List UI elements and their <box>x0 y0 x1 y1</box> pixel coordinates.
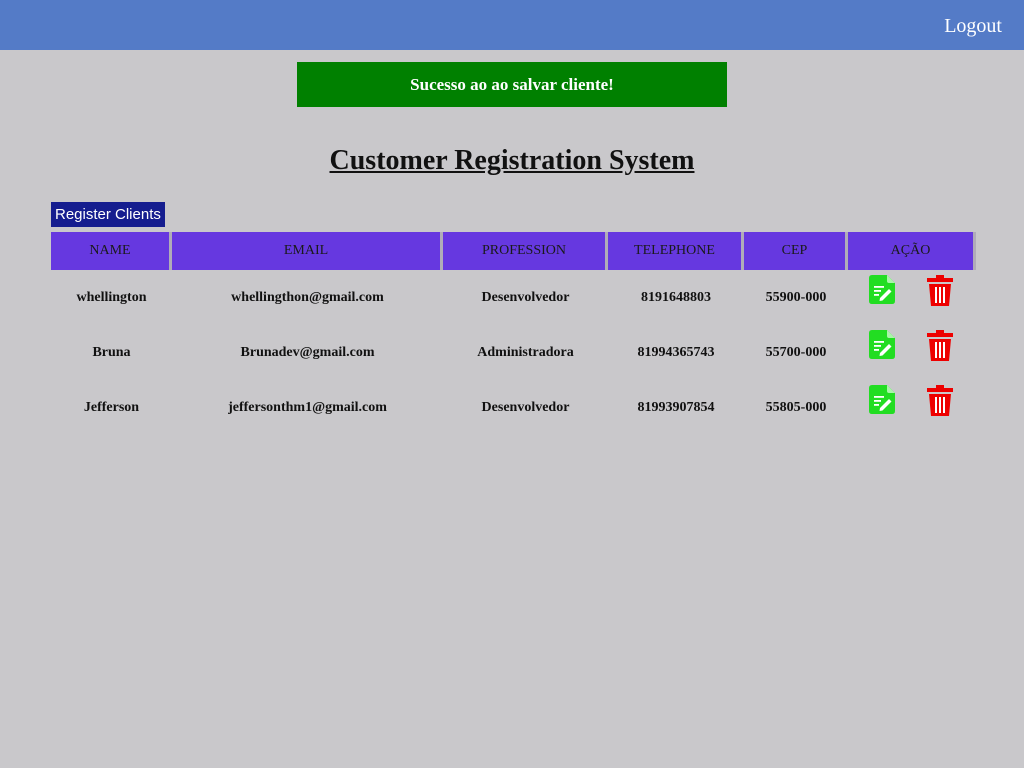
cell-actions <box>848 380 976 435</box>
trash-icon[interactable] <box>927 330 953 361</box>
cell-cep: 55700-000 <box>765 344 827 360</box>
edit-icon[interactable] <box>869 330 895 359</box>
cell-profession: Desenvolvedor <box>481 289 570 305</box>
trash-icon[interactable] <box>927 275 953 306</box>
cell-name: Bruna <box>92 344 131 360</box>
cell-cep: 55805-000 <box>765 399 827 415</box>
cell-email: Brunadev@gmail.com <box>240 344 375 360</box>
success-alert: Sucesso ao ao salvar cliente! <box>297 62 727 107</box>
cell-cep: 55900-000 <box>765 289 827 305</box>
cell-profession: Administradora <box>477 344 574 360</box>
page-title: Customer Registration System <box>329 145 695 176</box>
cell-name: whellington <box>76 289 147 305</box>
edit-icon[interactable] <box>869 275 895 304</box>
table-row: Jefferson jeffersonthm1@gmail.com Desenv… <box>51 380 976 435</box>
column-header-action: AÇÃO <box>848 232 976 270</box>
cell-actions <box>848 270 976 325</box>
top-bar: Logout <box>0 0 1024 50</box>
column-header-profession: PROFESSION <box>443 232 608 270</box>
cell-telephone: 8191648803 <box>641 289 711 305</box>
table-header-row: NAME EMAIL PROFESSION TELEPHONE CEP AÇÃO <box>51 232 976 270</box>
column-header-telephone: TELEPHONE <box>608 232 744 270</box>
cell-telephone: 81994365743 <box>637 344 715 360</box>
logout-link[interactable]: Logout <box>944 15 1002 38</box>
cell-email: jeffersonthm1@gmail.com <box>228 399 387 415</box>
column-header-name: NAME <box>51 232 172 270</box>
cell-actions <box>848 325 976 380</box>
edit-icon[interactable] <box>869 385 895 414</box>
column-header-email: EMAIL <box>172 232 443 270</box>
table-row: Bruna Brunadev@gmail.com Administradora … <box>51 325 976 380</box>
register-clients-button[interactable]: Register Clients <box>51 202 165 227</box>
cell-telephone: 81993907854 <box>637 399 715 415</box>
cell-name: Jefferson <box>83 399 140 415</box>
column-header-cep: CEP <box>744 232 848 270</box>
clients-table: NAME EMAIL PROFESSION TELEPHONE CEP AÇÃO… <box>51 232 976 435</box>
table-row: whellington whellingthon@gmail.com Desen… <box>51 270 976 325</box>
cell-email: whellingthon@gmail.com <box>231 289 384 305</box>
cell-profession: Desenvolvedor <box>481 399 570 415</box>
trash-icon[interactable] <box>927 385 953 416</box>
